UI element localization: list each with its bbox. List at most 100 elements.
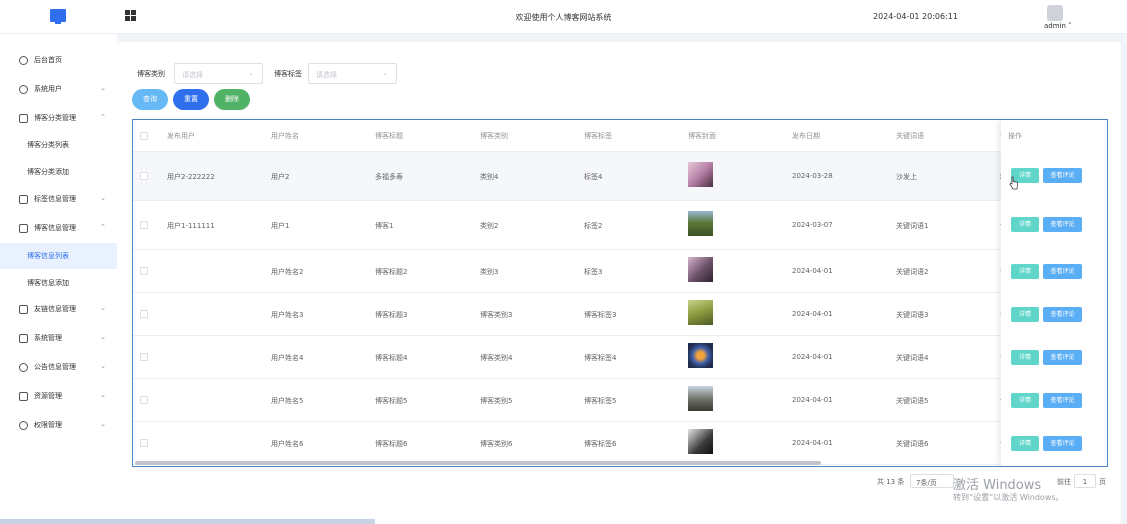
detail-button[interactable]: 详情 bbox=[1011, 350, 1039, 365]
title-cell: 博客标题3 bbox=[375, 311, 408, 319]
table-row[interactable]: 用户1-111111 用户1 博客1 类别2 标签2 2024-03-07 关键… bbox=[133, 201, 1107, 250]
blog-cover-image[interactable] bbox=[688, 386, 713, 411]
view-comments-button[interactable]: 查看评论 bbox=[1043, 436, 1082, 451]
table-row[interactable]: 用户姓名5 博客标题5 博客类别5 博客标签5 2024-04-01 关键词语5… bbox=[133, 379, 1107, 422]
table-header: 发布用户 用户姓名 博客标题 博客类别 博客标签 博客封面 发布日期 关键词语 … bbox=[133, 120, 1107, 152]
detail-button[interactable]: 详情 bbox=[1011, 307, 1039, 322]
view-comments-button[interactable]: 查看评论 bbox=[1043, 217, 1082, 232]
sidebar-item-label: 系统用户 bbox=[34, 85, 62, 93]
view-comments-button[interactable]: 查看评论 bbox=[1043, 264, 1082, 279]
sidebar-item-home[interactable]: 后台首页 bbox=[0, 46, 117, 74]
chevron-down-icon: ⌄ bbox=[100, 391, 106, 399]
page-suffix-label: 页 bbox=[1099, 478, 1106, 486]
view-comments-button[interactable]: 查看评论 bbox=[1043, 350, 1082, 365]
bottom-scrollbar[interactable] bbox=[0, 519, 375, 524]
tag-select[interactable]: 请选择 ⌄ bbox=[308, 63, 397, 84]
user-menu[interactable]: admin ˅ bbox=[1044, 22, 1072, 30]
name-cell: 用户2 bbox=[271, 173, 290, 181]
row-checkbox[interactable] bbox=[140, 172, 148, 180]
detail-button[interactable]: 详情 bbox=[1011, 217, 1039, 232]
name-cell: 用户姓名6 bbox=[271, 440, 304, 448]
view-comments-button[interactable]: 查看评论 bbox=[1043, 393, 1082, 408]
row-checkbox[interactable] bbox=[140, 221, 148, 229]
page-size-select[interactable]: 7条/页 bbox=[910, 474, 954, 488]
table-row[interactable]: 用户姓名3 博客标题3 博客类别3 博客标签3 2024-04-01 关键词语3… bbox=[133, 293, 1107, 336]
table-row[interactable]: 用户姓名6 博客标题6 博客类别6 博客标签6 2024-04-01 关键词语6… bbox=[133, 422, 1107, 465]
name-cell: 用户姓名4 bbox=[271, 354, 304, 362]
query-button[interactable]: 查询 bbox=[132, 89, 168, 110]
detail-button[interactable]: 详情 bbox=[1011, 436, 1039, 451]
name-cell: 用户姓名2 bbox=[271, 268, 304, 276]
sidebar-item-blog-mgmt[interactable]: 博客信息管理 ⌃ bbox=[0, 214, 117, 242]
page-number-input[interactable]: 1 bbox=[1074, 474, 1096, 488]
sidebar-item-system-users[interactable]: 系统用户 ⌄ bbox=[0, 75, 117, 103]
image-icon bbox=[19, 304, 28, 314]
sidebar-item-label: 系统管理 bbox=[34, 334, 62, 342]
sidebar-subitem-blog-list[interactable]: 博客信息列表 bbox=[0, 243, 117, 269]
sidebar-item-label: 后台首页 bbox=[34, 56, 62, 64]
chevron-down-icon: ⌄ bbox=[100, 304, 106, 312]
tag-select-placeholder: 请选择 bbox=[316, 71, 337, 79]
row-checkbox[interactable] bbox=[140, 439, 148, 447]
date-cell: 2024-04-01 bbox=[792, 267, 833, 275]
sidebar-subitem-category-list[interactable]: 博客分类列表 bbox=[0, 132, 117, 158]
name-cell: 用户1 bbox=[271, 222, 290, 230]
category-cell: 类别2 bbox=[480, 222, 499, 230]
goto-label: 前往 bbox=[1057, 478, 1071, 486]
sidebar-item-label: 博客分类管理 bbox=[34, 114, 76, 122]
table-row[interactable]: 用户姓名2 博客标题2 类别3 标签3 2024-04-01 关键词语2 博 bbox=[133, 250, 1107, 293]
category-filter-label: 博客类别 bbox=[137, 70, 165, 78]
chevron-down-icon: ⌄ bbox=[100, 333, 106, 341]
chevron-up-icon: ⌃ bbox=[100, 113, 106, 121]
sidebar-subitem-blog-add[interactable]: 博客信息添加 bbox=[0, 270, 117, 296]
chevron-down-icon: ⌄ bbox=[248, 69, 254, 77]
blog-cover-image[interactable] bbox=[688, 429, 713, 454]
image-icon bbox=[19, 113, 28, 123]
row-checkbox[interactable] bbox=[140, 267, 148, 275]
blog-cover-image[interactable] bbox=[688, 257, 713, 282]
table-row[interactable]: 用户2-222222 用户2 多福多寿 类别4 标签4 2024-03-28 沙… bbox=[133, 152, 1107, 201]
horizontal-scrollbar[interactable] bbox=[135, 461, 821, 465]
image-icon bbox=[19, 194, 28, 204]
blog-cover-image[interactable] bbox=[688, 162, 713, 187]
row-checkbox[interactable] bbox=[140, 353, 148, 361]
sidebar-subitem-category-add[interactable]: 博客分类添加 bbox=[0, 159, 117, 185]
sidebar-item-permission-mgmt[interactable]: 权限管理 ⌄ bbox=[0, 411, 117, 439]
sidebar-item-link-mgmt[interactable]: 友链信息管理 ⌄ bbox=[0, 295, 117, 323]
title-cell: 博客标题5 bbox=[375, 397, 408, 405]
sidebar-item-label: 资源管理 bbox=[34, 392, 62, 400]
blog-cover-image[interactable] bbox=[688, 211, 713, 236]
blog-cover-image[interactable] bbox=[688, 300, 713, 325]
row-checkbox[interactable] bbox=[140, 310, 148, 318]
table-row[interactable]: 用户姓名4 博客标题4 博客类别4 博客标签4 2024-04-01 关键词语4… bbox=[133, 336, 1107, 379]
select-all-checkbox[interactable] bbox=[140, 132, 148, 140]
sidebar-item-notice-mgmt[interactable]: 公告信息管理 ⌄ bbox=[0, 353, 117, 381]
sidebar-item-resource-mgmt[interactable]: 资源管理 ⌄ bbox=[0, 382, 117, 410]
view-comments-button[interactable]: 查看评论 bbox=[1043, 307, 1082, 322]
date-cell: 2024-03-07 bbox=[792, 221, 833, 229]
user-icon bbox=[19, 420, 28, 430]
category-select[interactable]: 请选择 ⌄ bbox=[174, 63, 263, 84]
publisher-cell: 用户1-111111 bbox=[167, 222, 215, 230]
category-cell: 博客类别5 bbox=[480, 397, 513, 405]
sidebar-item-system-mgmt[interactable]: 系统管理 ⌄ bbox=[0, 324, 117, 352]
blog-cover-image[interactable] bbox=[688, 343, 713, 368]
row-checkbox[interactable] bbox=[140, 396, 148, 404]
column-header: 博客标题 bbox=[375, 132, 403, 140]
detail-button[interactable]: 详情 bbox=[1011, 264, 1039, 279]
category-cell: 博客类别6 bbox=[480, 440, 513, 448]
date-cell: 2024-04-01 bbox=[792, 439, 833, 447]
tag-cell: 博客标签6 bbox=[584, 440, 617, 448]
detail-button[interactable]: 详情 bbox=[1011, 393, 1039, 408]
sidebar-item-tag-mgmt[interactable]: 标签信息管理 ⌄ bbox=[0, 185, 117, 213]
reset-button[interactable]: 重置 bbox=[173, 89, 209, 110]
user-avatar[interactable] bbox=[1047, 5, 1063, 21]
settings-icon bbox=[19, 362, 28, 372]
sidebar-item-category-mgmt[interactable]: 博客分类管理 ⌃ bbox=[0, 104, 117, 132]
delete-button[interactable]: 删除 bbox=[214, 89, 250, 110]
keyword-cell: 沙发上 bbox=[896, 173, 917, 181]
sidebar-item-label: 权限管理 bbox=[34, 421, 62, 429]
view-comments-button[interactable]: 查看评论 bbox=[1043, 168, 1082, 183]
column-header: 博客类别 bbox=[480, 132, 508, 140]
clock-icon bbox=[19, 55, 28, 65]
